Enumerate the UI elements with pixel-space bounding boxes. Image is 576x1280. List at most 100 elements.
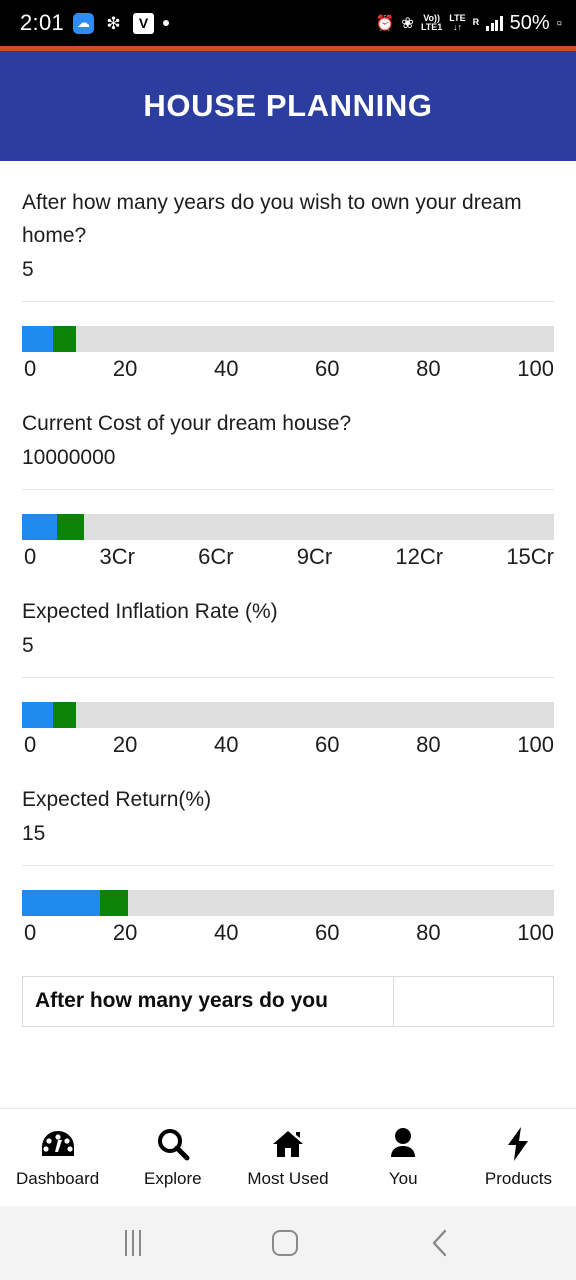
field-inflation-rate: Expected Inflation Rate (%) 5 0 20 40 60… [22,570,554,758]
status-clock: 2:01 [20,10,65,35]
slider-track[interactable] [22,889,554,916]
nav-label: You [388,1169,418,1188]
tick-label: 40 [213,355,239,381]
nav-label: Most Used [247,1169,329,1188]
field-label: Expected Inflation Rate (%) [22,599,278,623]
field-value[interactable]: 5 [22,630,554,662]
home-icon [270,1126,306,1162]
slider-ticks: 0 20 40 60 80 100 [22,920,554,946]
notification-badge-icon: ☁ [73,12,95,34]
field-divider [22,488,554,490]
tick-label: 60 [315,355,340,381]
field-value[interactable]: 10000000 [22,442,554,474]
table-cell-label: After how many years do you [22,975,394,1027]
tick-label: 0 [24,919,37,945]
field-divider [22,676,554,678]
tick-label: 20 [112,919,138,945]
slider-years-to-own[interactable]: 0 20 40 60 80 100 [22,325,554,382]
dot-icon [163,20,170,26]
lightning-bolt-icon [505,1126,531,1162]
nav-item-you[interactable]: You [346,1126,461,1189]
lte-data-icon: LTE ↓↑ [449,12,466,32]
slider-marker[interactable] [52,325,77,352]
slider-filled [22,889,101,916]
volte-icon: Vo)) LTE1 [420,12,443,32]
page-title: HOUSE PLANNING [143,88,433,123]
table-cell-value [393,975,554,1027]
slider-filled [22,325,53,352]
nav-item-products[interactable]: Products [461,1126,576,1189]
tick-label: 20 [112,355,138,381]
field-current-cost: Current Cost of your dream house? 100000… [22,382,554,570]
field-divider [22,300,554,302]
tick-label: 60 [315,731,340,757]
slider-marker[interactable] [100,889,129,916]
slider-inflation-rate[interactable]: 0 20 40 60 80 100 [22,701,554,758]
slider-current-cost[interactable]: 0 3Cr 6Cr 9Cr 12Cr 15Cr [22,513,554,570]
person-icon [388,1126,418,1162]
back-icon[interactable] [429,1228,451,1258]
nav-item-explore[interactable]: Explore [115,1126,230,1189]
form-content[interactable]: After how many years do you wish to own … [0,161,576,1156]
v-app-icon: V [133,12,155,34]
slider-filled [22,701,53,728]
status-bar-right: ⏰ ❀ Vo)) LTE1 LTE ↓↑ R 50% ▫ [376,12,562,35]
app-header: HOUSE PLANNING [0,51,576,161]
field-value[interactable]: 5 [22,254,554,286]
field-label: After how many years do you wish to own … [22,191,522,247]
field-divider [22,864,554,866]
tick-label: 12Cr [395,543,444,569]
tick-label: 15Cr [506,543,554,569]
tick-label: 100 [517,919,554,945]
status-bar: 2:01 ☁ ❇ V ⏰ ❀ Vo)) LTE1 LTE ↓↑ R 50% ▫ [0,0,576,46]
nav-label: Dashboard [16,1169,100,1188]
field-expected-return: Expected Return(%) 15 0 20 40 60 80 100 [22,758,554,946]
nav-item-most-used[interactable]: Most Used [230,1126,345,1189]
tick-label: 20 [112,731,138,757]
tick-label: 3Cr [99,543,135,569]
tick-label: 40 [213,731,239,757]
field-value[interactable]: 15 [22,818,554,850]
bluetooth-icon: ❀ [401,15,414,32]
field-label: Current Cost of your dream house? [22,411,352,435]
system-navigation-bar [0,1206,576,1280]
tick-label: 9Cr [296,543,333,569]
slider-ticks: 0 20 40 60 80 100 [22,356,554,382]
field-years-to-own: After how many years do you wish to own … [22,161,554,382]
slider-track[interactable] [22,701,554,728]
tick-label: 0 [24,731,37,757]
tick-label: 80 [416,731,441,757]
tick-label: 100 [517,355,554,381]
recents-icon[interactable] [125,1230,142,1256]
tick-label: 0 [24,543,37,569]
roaming-icon: R [472,17,480,28]
slider-filled [22,513,58,540]
apps-icon: ❇ [106,13,121,33]
tick-label: 80 [416,919,441,945]
tick-label: 60 [315,919,340,945]
slider-marker[interactable] [52,701,77,728]
tick-label: 40 [213,919,239,945]
slider-marker[interactable] [57,513,84,540]
nav-label: Explore [143,1169,202,1188]
results-table: After how many years do you [22,975,554,1027]
signal-bars-icon [486,15,503,31]
tick-label: 6Cr [198,543,234,569]
search-icon [156,1126,190,1162]
table-row: After how many years do you [22,975,554,1027]
bottom-navigation: Dashboard Explore Most Used You Products [0,1108,576,1206]
slider-ticks: 0 20 40 60 80 100 [22,732,554,758]
slider-expected-return[interactable]: 0 20 40 60 80 100 [22,889,554,946]
battery-icon: ▫ [556,14,562,32]
nav-label: Products [484,1169,552,1188]
battery-percent: 50% [509,11,550,34]
nav-item-dashboard[interactable]: Dashboard [0,1126,115,1189]
phone-screen: 2:01 ☁ ❇ V ⏰ ❀ Vo)) LTE1 LTE ↓↑ R 50% ▫ [0,0,576,1280]
tick-label: 100 [517,731,554,757]
tick-label: 80 [416,355,441,381]
tick-label: 0 [24,355,37,381]
slider-track[interactable] [22,325,554,352]
slider-track[interactable] [22,513,554,540]
home-button-icon[interactable] [271,1230,298,1256]
alarm-icon: ⏰ [375,15,395,32]
